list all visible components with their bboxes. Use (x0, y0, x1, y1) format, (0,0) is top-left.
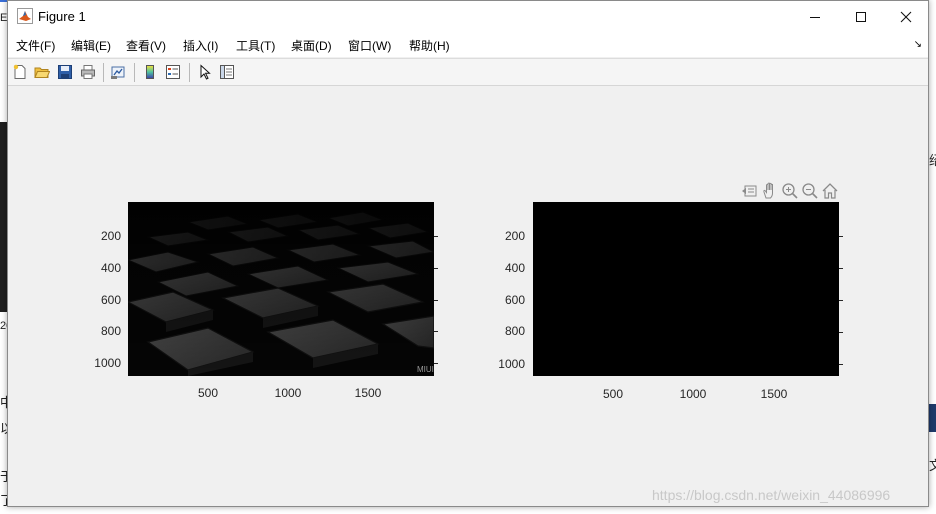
matlab-logo-icon (17, 8, 33, 24)
x-tick-label: 500 (197, 386, 219, 400)
minimize-icon (810, 16, 820, 18)
pan-button[interactable] (761, 182, 779, 200)
new-figure-button[interactable] (11, 63, 29, 81)
y-tick-label: 800 (504, 324, 525, 338)
print-icon (81, 65, 95, 79)
open-file-icon (34, 67, 50, 78)
link-plot-button[interactable] (109, 63, 127, 81)
edit-plot-button[interactable] (196, 63, 214, 81)
menu-file[interactable]: 文件(F) (16, 37, 55, 54)
image-display-right (533, 202, 839, 376)
x-tick-label: 1000 (274, 386, 302, 400)
insert-legend-icon (166, 65, 180, 79)
image-watermark-miui: MIUI (417, 365, 434, 374)
toolbar-separator (103, 63, 104, 82)
restore-view-button[interactable] (821, 182, 839, 200)
open-file-button[interactable] (33, 63, 51, 81)
save-button[interactable] (56, 63, 74, 81)
menu-overflow-icon[interactable]: ↘ (914, 39, 922, 50)
print-button[interactable] (79, 63, 97, 81)
menu-bar: 文件(F) 编辑(E) 查看(V) 插入(I) 工具(T) 桌面(D) 窗口(W… (8, 32, 928, 57)
x-tick-label: 1000 (679, 387, 707, 401)
close-button[interactable] (883, 1, 929, 32)
window-title: Figure 1 (38, 9, 86, 24)
y-tick-mark (839, 332, 843, 333)
zoom-in-button[interactable] (781, 182, 799, 200)
y-tick-mark (839, 364, 843, 365)
pan-icon (763, 182, 773, 199)
y-tick-mark (434, 331, 438, 332)
y-tick-mark (434, 236, 438, 237)
link-plot-icon (111, 66, 125, 79)
insert-colorbar-icon (146, 65, 154, 79)
brush-icon (742, 185, 757, 197)
background-window-blue-strip (929, 404, 936, 432)
cubes-photo: MIUI (128, 202, 434, 376)
y-tick-mark (839, 300, 843, 301)
maximize-button[interactable] (838, 1, 884, 32)
insert-legend-button[interactable] (164, 63, 182, 81)
y-tick-label: 200 (504, 229, 525, 243)
y-tick-label: 1000 (498, 357, 525, 371)
y-tick-mark (434, 268, 438, 269)
y-tick-label: 600 (504, 293, 525, 307)
menu-window[interactable]: 窗口(W) (348, 37, 391, 54)
edit-plot-icon (200, 64, 211, 80)
minimize-button[interactable] (792, 1, 838, 32)
brush-button[interactable] (741, 182, 759, 200)
toolbar-separator (134, 63, 135, 82)
csdn-watermark: https://blog.csdn.net/weixin_44086996 (652, 487, 891, 503)
menu-edit[interactable]: 编辑(E) (71, 37, 111, 54)
y-tick-label: 600 (100, 293, 121, 307)
menu-tools[interactable]: 工具(T) (236, 37, 275, 54)
y-tick-mark (434, 363, 438, 364)
x-tick-label: 500 (602, 387, 624, 401)
y-tick-label: 200 (100, 229, 121, 243)
x-tick-label: 1500 (760, 387, 788, 401)
menu-help[interactable]: 帮助(H) (409, 37, 450, 54)
background-text-fragment: 绍 (929, 153, 936, 168)
y-tick-label: 400 (504, 261, 525, 275)
y-tick-label: 400 (100, 261, 121, 275)
figure-window: Figure 1 文件(F) 编辑(E) 查看(V) 插入(I) 工具(T) 桌… (7, 0, 929, 507)
zoom-out-button[interactable] (801, 182, 819, 200)
menu-view[interactable]: 查看(V) (126, 37, 166, 54)
toolbar-separator (189, 63, 190, 82)
insert-colorbar-button[interactable] (141, 63, 159, 81)
y-tick-mark (839, 268, 843, 269)
save-icon (58, 65, 72, 79)
title-bar[interactable]: Figure 1 (8, 1, 928, 32)
property-inspector-button[interactable] (218, 63, 236, 81)
x-tick-label: 1500 (354, 386, 382, 400)
restore-view-icon (822, 183, 838, 199)
background-window-dark-panel (0, 122, 7, 312)
close-icon (900, 11, 912, 22)
y-tick-mark (434, 300, 438, 301)
background-text-fragment: 文 (929, 458, 936, 473)
menu-insert[interactable]: 插入(I) (183, 37, 218, 54)
y-tick-label: 1000 (94, 356, 121, 370)
property-inspector-icon (220, 65, 234, 79)
menu-desktop[interactable]: 桌面(D) (291, 37, 332, 54)
image-display-left: MIUI (128, 202, 434, 376)
zoom-out-icon (802, 183, 818, 199)
zoom-in-icon (782, 183, 798, 199)
figure-toolbar (8, 58, 928, 86)
y-tick-label: 800 (100, 324, 121, 338)
new-figure-icon (13, 64, 26, 79)
y-tick-mark (839, 236, 843, 237)
maximize-icon (856, 11, 866, 22)
